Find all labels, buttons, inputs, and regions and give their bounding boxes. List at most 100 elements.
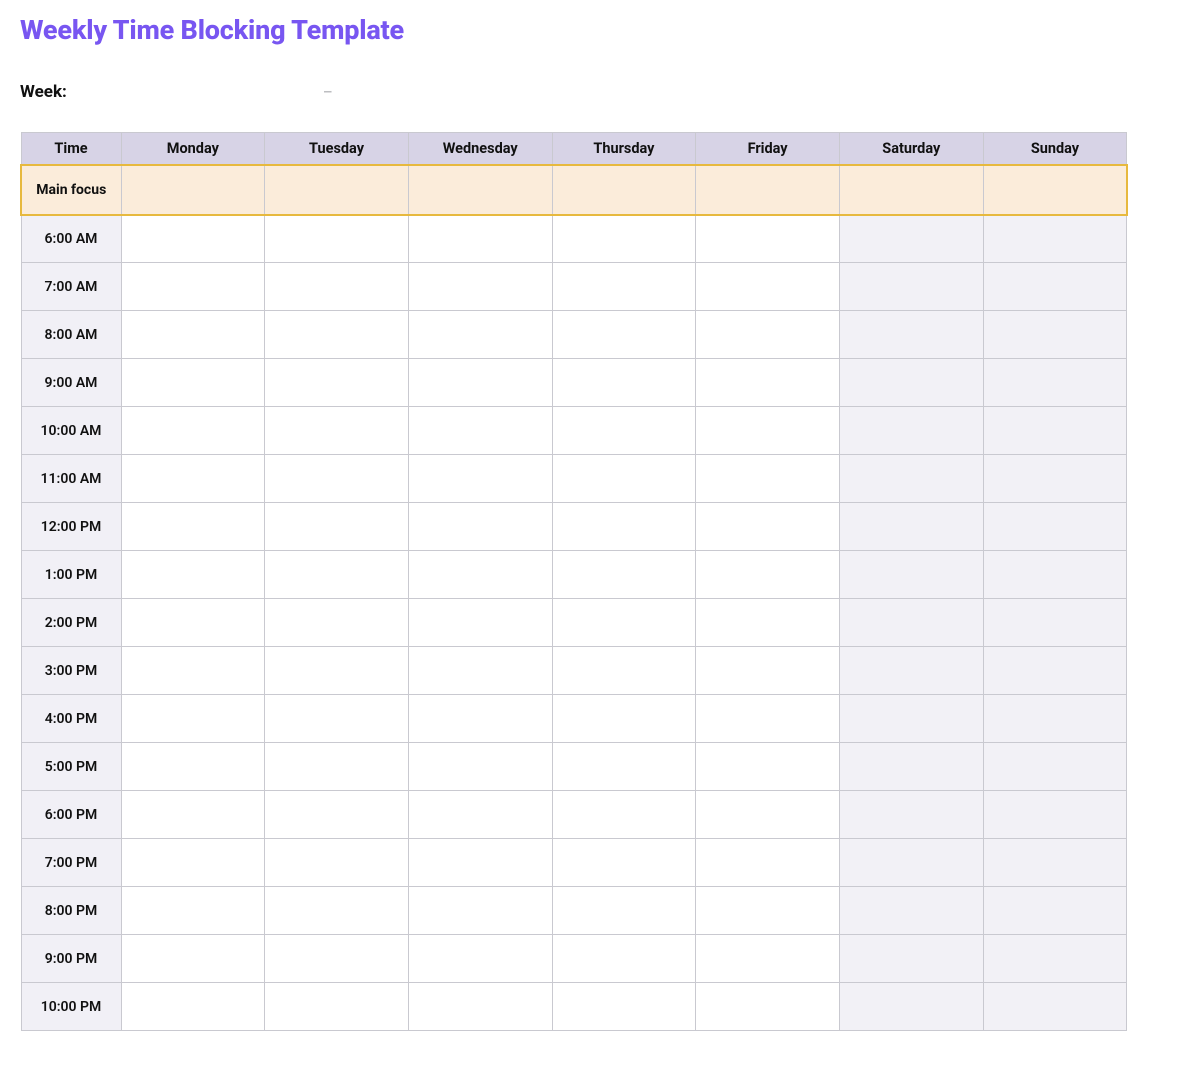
schedule-cell[interactable] [983, 311, 1127, 359]
schedule-cell[interactable] [408, 887, 552, 935]
schedule-cell[interactable] [121, 695, 265, 743]
schedule-cell[interactable] [552, 887, 696, 935]
schedule-cell[interactable] [408, 647, 552, 695]
schedule-cell[interactable] [983, 503, 1127, 551]
main-focus-cell[interactable] [121, 165, 265, 215]
schedule-cell[interactable] [408, 983, 552, 1031]
schedule-cell[interactable] [265, 791, 409, 839]
schedule-cell[interactable] [408, 791, 552, 839]
schedule-cell[interactable] [696, 551, 840, 599]
schedule-cell[interactable] [983, 215, 1127, 263]
schedule-cell[interactable] [408, 215, 552, 263]
schedule-cell[interactable] [839, 311, 983, 359]
schedule-cell[interactable] [408, 503, 552, 551]
schedule-cell[interactable] [983, 359, 1127, 407]
schedule-cell[interactable] [983, 791, 1127, 839]
schedule-cell[interactable] [265, 263, 409, 311]
schedule-cell[interactable] [696, 935, 840, 983]
schedule-cell[interactable] [121, 263, 265, 311]
schedule-cell[interactable] [552, 503, 696, 551]
schedule-cell[interactable] [121, 647, 265, 695]
schedule-cell[interactable] [983, 983, 1127, 1031]
schedule-cell[interactable] [839, 599, 983, 647]
main-focus-cell[interactable] [839, 165, 983, 215]
schedule-cell[interactable] [983, 599, 1127, 647]
schedule-cell[interactable] [265, 311, 409, 359]
schedule-cell[interactable] [265, 983, 409, 1031]
schedule-cell[interactable] [408, 599, 552, 647]
schedule-cell[interactable] [552, 359, 696, 407]
schedule-cell[interactable] [265, 455, 409, 503]
schedule-cell[interactable] [983, 839, 1127, 887]
schedule-cell[interactable] [696, 791, 840, 839]
schedule-cell[interactable] [121, 599, 265, 647]
schedule-cell[interactable] [265, 215, 409, 263]
schedule-cell[interactable] [552, 695, 696, 743]
schedule-cell[interactable] [121, 359, 265, 407]
schedule-cell[interactable] [265, 839, 409, 887]
schedule-cell[interactable] [839, 887, 983, 935]
schedule-cell[interactable] [121, 791, 265, 839]
schedule-cell[interactable] [265, 647, 409, 695]
main-focus-cell[interactable] [696, 165, 840, 215]
schedule-cell[interactable] [696, 983, 840, 1031]
main-focus-cell[interactable] [265, 165, 409, 215]
schedule-cell[interactable] [552, 935, 696, 983]
schedule-cell[interactable] [839, 839, 983, 887]
schedule-cell[interactable] [696, 887, 840, 935]
schedule-cell[interactable] [265, 887, 409, 935]
schedule-cell[interactable] [265, 551, 409, 599]
schedule-cell[interactable] [696, 599, 840, 647]
schedule-cell[interactable] [408, 743, 552, 791]
schedule-cell[interactable] [408, 263, 552, 311]
schedule-cell[interactable] [839, 455, 983, 503]
schedule-cell[interactable] [839, 743, 983, 791]
schedule-cell[interactable] [696, 263, 840, 311]
schedule-cell[interactable] [121, 839, 265, 887]
schedule-cell[interactable] [552, 743, 696, 791]
schedule-cell[interactable] [983, 455, 1127, 503]
schedule-cell[interactable] [121, 455, 265, 503]
schedule-cell[interactable] [839, 215, 983, 263]
schedule-cell[interactable] [265, 743, 409, 791]
schedule-cell[interactable] [265, 935, 409, 983]
schedule-cell[interactable] [408, 839, 552, 887]
schedule-cell[interactable] [696, 407, 840, 455]
schedule-cell[interactable] [121, 407, 265, 455]
schedule-cell[interactable] [839, 647, 983, 695]
schedule-cell[interactable] [121, 503, 265, 551]
schedule-cell[interactable] [839, 263, 983, 311]
schedule-cell[interactable] [839, 359, 983, 407]
schedule-cell[interactable] [121, 215, 265, 263]
schedule-cell[interactable] [121, 311, 265, 359]
schedule-cell[interactable] [552, 455, 696, 503]
schedule-cell[interactable] [408, 455, 552, 503]
schedule-cell[interactable] [839, 503, 983, 551]
schedule-cell[interactable] [696, 215, 840, 263]
schedule-cell[interactable] [121, 743, 265, 791]
schedule-cell[interactable] [696, 743, 840, 791]
schedule-cell[interactable] [839, 983, 983, 1031]
schedule-cell[interactable] [552, 551, 696, 599]
schedule-cell[interactable] [983, 551, 1127, 599]
schedule-cell[interactable] [265, 695, 409, 743]
schedule-cell[interactable] [552, 263, 696, 311]
schedule-cell[interactable] [696, 359, 840, 407]
schedule-cell[interactable] [552, 983, 696, 1031]
schedule-cell[interactable] [552, 215, 696, 263]
main-focus-cell[interactable] [552, 165, 696, 215]
schedule-cell[interactable] [408, 551, 552, 599]
schedule-cell[interactable] [408, 407, 552, 455]
schedule-cell[interactable] [408, 935, 552, 983]
schedule-cell[interactable] [552, 311, 696, 359]
schedule-cell[interactable] [265, 359, 409, 407]
schedule-cell[interactable] [983, 647, 1127, 695]
schedule-cell[interactable] [408, 311, 552, 359]
schedule-cell[interactable] [696, 695, 840, 743]
main-focus-cell[interactable] [983, 165, 1127, 215]
schedule-cell[interactable] [983, 743, 1127, 791]
schedule-cell[interactable] [265, 407, 409, 455]
schedule-cell[interactable] [983, 935, 1127, 983]
main-focus-cell[interactable] [408, 165, 552, 215]
schedule-cell[interactable] [839, 551, 983, 599]
